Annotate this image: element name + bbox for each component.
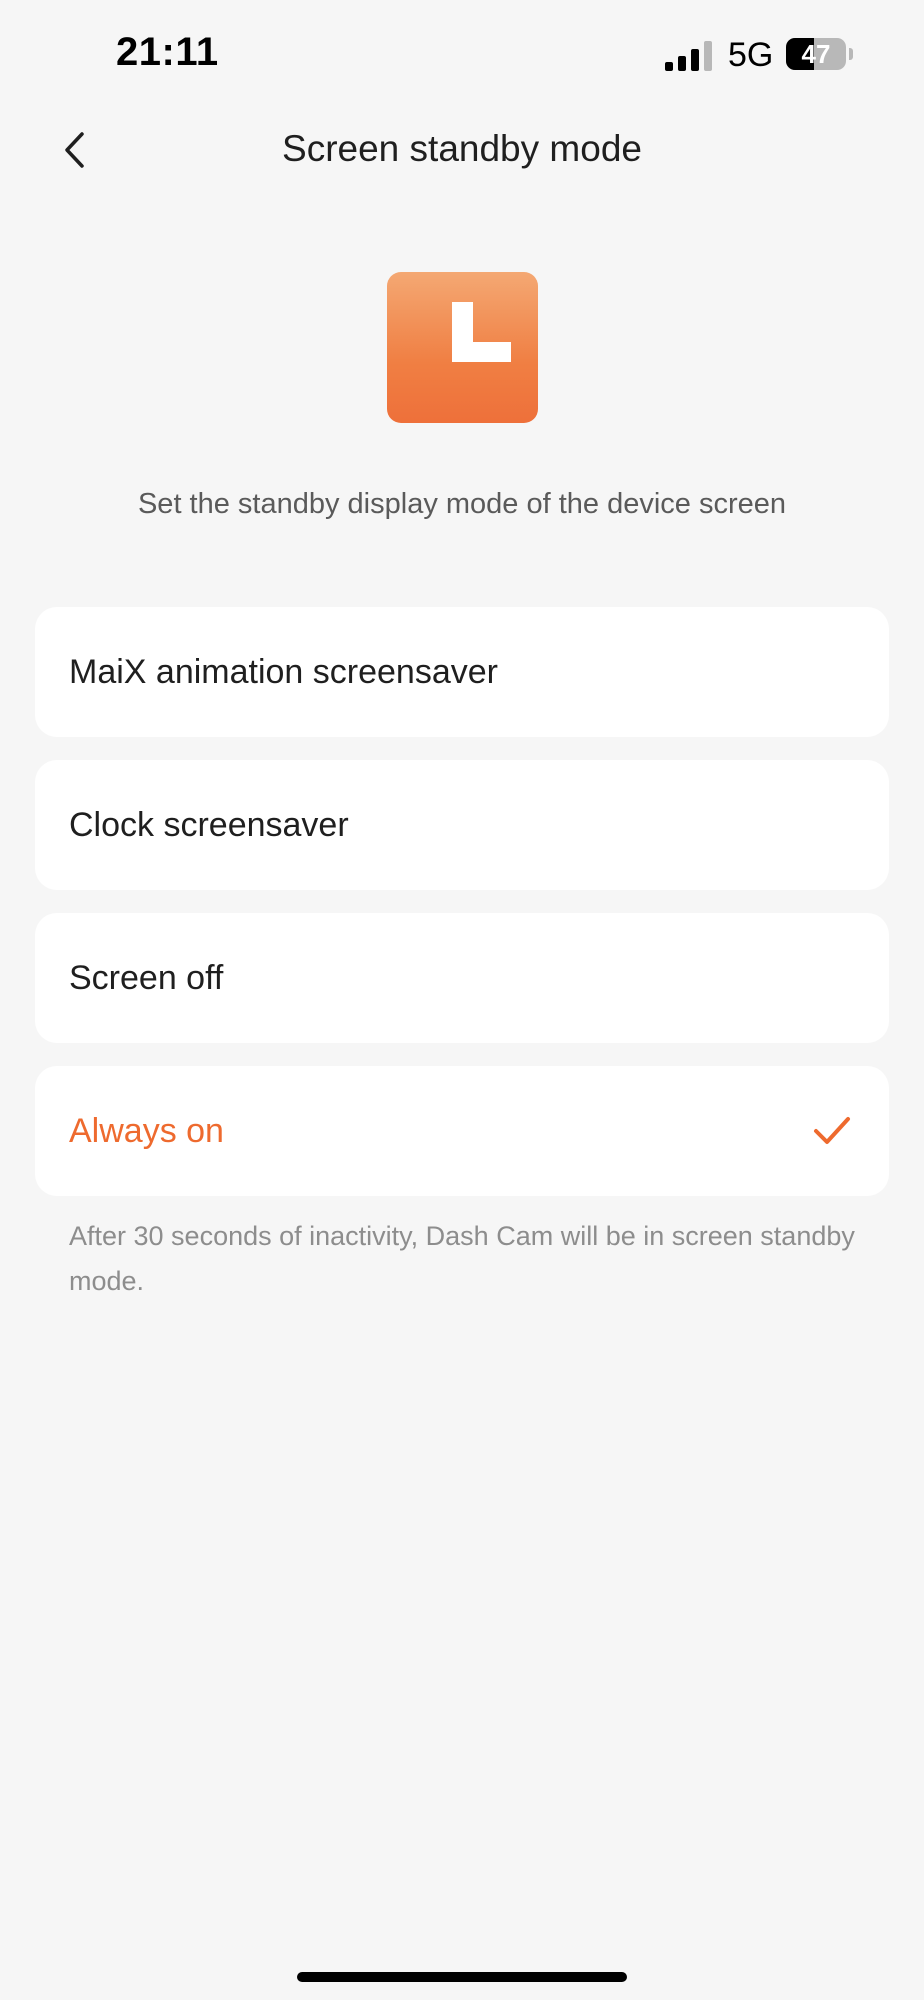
status-bar: 21:11 5G 47 [0, 0, 924, 110]
option-label: Always on [69, 1112, 224, 1150]
home-indicator[interactable] [297, 1972, 627, 1982]
battery-level: 47 [801, 39, 831, 69]
standby-footnote: After 30 seconds of inactivity, Dash Cam… [69, 1221, 855, 1296]
checkmark-icon [814, 1117, 850, 1144]
standby-mode-options: MaiX animation screensaver Clock screens… [35, 607, 889, 1219]
page-title: Screen standby mode [282, 128, 642, 169]
option-always-on[interactable]: Always on [35, 1066, 889, 1196]
chevron-left-icon [65, 132, 84, 168]
option-screen-off[interactable]: Screen off [35, 913, 889, 1043]
back-button[interactable] [50, 122, 106, 178]
status-time: 21:11 [116, 30, 219, 74]
clock-icon [387, 272, 538, 423]
option-maix-animation-screensaver[interactable]: MaiX animation screensaver [35, 607, 889, 737]
cellular-signal-icon [665, 41, 712, 71]
battery-icon: 47 [786, 38, 853, 70]
option-clock-screensaver[interactable]: Clock screensaver [35, 760, 889, 890]
nav-bar: Screen standby mode [0, 110, 924, 190]
option-label: Clock screensaver [69, 806, 349, 844]
option-label: Screen off [69, 959, 224, 997]
network-type-label: 5G [728, 36, 774, 74]
option-label: MaiX animation screensaver [69, 653, 498, 691]
page-subtitle: Set the standby display mode of the devi… [137, 488, 787, 520]
